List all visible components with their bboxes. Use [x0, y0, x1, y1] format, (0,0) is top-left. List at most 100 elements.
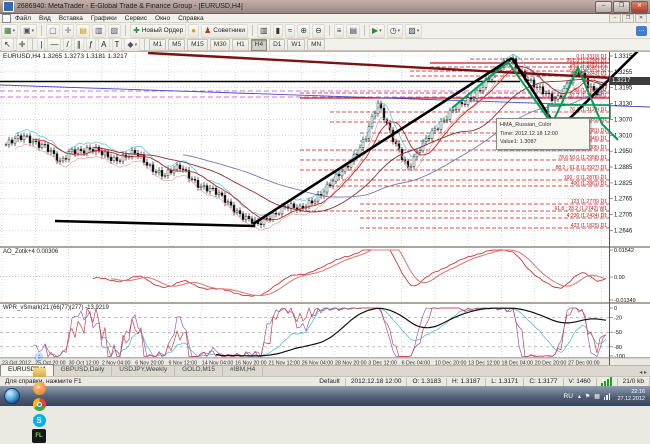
minimize-button[interactable]: –: [595, 1, 612, 13]
profiles-print-icon[interactable]: ▣▾: [20, 24, 37, 38]
menu-item-5[interactable]: Окно: [151, 15, 174, 22]
zoom-out-icon[interactable]: ⊖: [312, 24, 325, 38]
indicators-list-icon[interactable]: ≡: [334, 24, 345, 38]
vertical-line-icon: |: [40, 40, 42, 50]
child-close-button[interactable]: ✕: [635, 14, 647, 23]
experts-button[interactable]: ♟Советники: [201, 24, 248, 38]
indicator-tooltip: HMA_Russian_Color Time: 2012.12.18 12:00…: [496, 118, 590, 150]
coin-icon[interactable]: ●: [188, 24, 199, 38]
autotrading-icon[interactable]: ▶▾: [369, 24, 385, 38]
arrows-icon[interactable]: ◆▾: [124, 38, 140, 52]
taskbar-app-internet-explorer[interactable]: e: [31, 348, 47, 364]
menu-item-1[interactable]: Вид: [35, 15, 55, 22]
timeframe-m5[interactable]: M5: [168, 39, 185, 51]
tray-display-icon[interactable]: ▦: [594, 393, 600, 400]
periods-dropdown-arrow[interactable]: ▾: [398, 28, 401, 34]
taskbar-app-skype[interactable]: S: [31, 412, 47, 428]
equidistant-channel-icon: ∥: [77, 40, 81, 50]
svg-text:-100: -100: [614, 354, 625, 360]
timeframe-m30[interactable]: M30: [210, 39, 231, 51]
cursor-icon[interactable]: ↖: [1, 38, 14, 52]
timeframe-m1[interactable]: M1: [149, 39, 166, 51]
experts-label: Советники: [213, 27, 245, 34]
taskbar-app-explorer-folder[interactable]: [31, 364, 47, 380]
equidistant-channel-icon[interactable]: ∥: [74, 38, 84, 52]
maximize-button[interactable]: ❐: [613, 1, 630, 13]
timeframe-m15[interactable]: M15: [187, 39, 208, 51]
text-icon[interactable]: A: [98, 38, 109, 52]
trendline-icon[interactable]: /: [63, 38, 71, 52]
tray-chevron-icon[interactable]: ▴: [578, 393, 581, 400]
menu-item-2[interactable]: Вставка: [55, 15, 87, 22]
tray-flag-icon[interactable]: ⚑: [585, 393, 590, 400]
objects-list-icon[interactable]: ▤: [346, 24, 360, 38]
horizontal-line-icon[interactable]: —: [47, 38, 61, 52]
svg-text:88.2 ; 61.8 (1.2927) D1: 88.2 ; 61.8 (1.2927) D1: [556, 165, 608, 171]
new-chart-dropdown-arrow[interactable]: ▾: [13, 28, 16, 34]
taskbar-apps: e ▸ SFL: [26, 348, 52, 444]
network-signal-icon[interactable]: [604, 392, 612, 400]
crosshair-icon[interactable]: ✛: [16, 38, 29, 52]
child-window-controls: –❐✕: [608, 14, 647, 23]
toolbar-drawing-timeframes: ↖✛ | —/ ∥ ƒAT◆▾ M1M5M15M30H1H4D1W1MN: [0, 39, 650, 51]
arrows-dropdown-arrow[interactable]: ▾: [135, 42, 138, 48]
child-restore-button[interactable]: ❐: [622, 14, 634, 23]
chart-canvas[interactable]: 1.33151.32551.31951.31301.30701.30101.29…: [0, 51, 650, 365]
autotrading-dropdown-arrow[interactable]: ▾: [379, 28, 382, 34]
menu-item-6[interactable]: Справка: [174, 15, 208, 22]
text-label-icon[interactable]: T: [112, 38, 123, 52]
menu-item-3[interactable]: Графики: [87, 15, 121, 22]
tab-gold-m15[interactable]: GOLD,M15: [175, 365, 223, 376]
ao-indicator-label: AO_Zotik+4 0.00306: [3, 249, 58, 255]
svg-text:423 (1.1825) D1: 423 (1.1825) D1: [571, 223, 607, 229]
tab-scroll-arrows[interactable]: ◂ ▸: [639, 369, 647, 376]
taskbar-clock[interactable]: 22:16 27.12.2012: [617, 389, 645, 403]
profiles-print-icon: ▣: [23, 26, 31, 36]
close-button[interactable]: ✕: [631, 1, 648, 13]
svg-text:1.2950: 1.2950: [614, 149, 633, 155]
svg-text:1.3070: 1.3070: [614, 117, 633, 123]
periods-icon[interactable]: ◷▾: [387, 24, 404, 38]
templates-icon: ▨: [408, 26, 416, 36]
line-chart-icon[interactable]: ≈: [285, 24, 295, 38]
timeframe-d1[interactable]: D1: [269, 39, 285, 51]
templates-icon[interactable]: ▨▾: [405, 24, 422, 38]
taskbar-app-metatrader[interactable]: FL: [31, 428, 47, 444]
current-price-tag: 1.3217: [610, 77, 650, 85]
menu-item-4[interactable]: Сервис: [121, 15, 151, 22]
svg-text:-80: -80: [614, 345, 622, 351]
new-chart-icon[interactable]: ▦▾: [1, 24, 18, 38]
bar-chart-icon[interactable]: ▥: [257, 24, 271, 38]
taskbar-app-media-player[interactable]: ▸: [31, 380, 47, 396]
chart-shift-icon[interactable]: ▢: [46, 24, 60, 38]
tile-windows-icon[interactable]: ▥: [92, 24, 106, 38]
tab-gbpusd-daily[interactable]: GBPUSD,Daily: [54, 365, 113, 376]
taskbar-app-chrome[interactable]: [31, 396, 47, 412]
new-order-button[interactable]: ✚Новый Ордер: [130, 24, 186, 38]
start-button[interactable]: [4, 388, 20, 404]
chart-window[interactable]: 1.33151.32551.31951.31301.30701.30101.29…: [0, 51, 650, 365]
timeframe-h4[interactable]: H4: [251, 39, 267, 51]
fibonacci-icon[interactable]: ƒ: [86, 38, 96, 52]
toolbar-separator: [32, 39, 33, 50]
periods-icon: ◷: [390, 26, 397, 36]
auto-scroll-icon[interactable]: ✛: [62, 24, 75, 38]
profiles-print-dropdown-arrow[interactable]: ▾: [32, 28, 35, 34]
timeframe-w1[interactable]: W1: [287, 39, 305, 51]
vertical-line-icon[interactable]: |: [37, 38, 45, 52]
profiles-icon: ▤: [79, 26, 87, 36]
child-minimize-button[interactable]: –: [609, 14, 621, 23]
menu-item-0[interactable]: Файл: [11, 15, 35, 22]
profiles-icon[interactable]: ▤: [76, 24, 90, 38]
tab-usdjpy-weekly[interactable]: USDJPY,Weekly: [112, 365, 175, 376]
comment-icon[interactable]: …: [636, 26, 647, 36]
timeframe-h1[interactable]: H1: [232, 39, 248, 51]
data-window-icon[interactable]: ▨: [108, 24, 122, 38]
templates-dropdown-arrow[interactable]: ▾: [417, 28, 420, 34]
language-indicator[interactable]: RU: [561, 393, 576, 400]
candlestick-chart-icon[interactable]: ▮: [273, 24, 283, 38]
timeframe-mn[interactable]: MN: [307, 39, 325, 51]
zoom-in-icon[interactable]: ⊕: [297, 24, 310, 38]
tab--ibm-h4[interactable]: #IBM,H4: [223, 365, 263, 376]
status-profile[interactable]: Default: [314, 378, 346, 386]
